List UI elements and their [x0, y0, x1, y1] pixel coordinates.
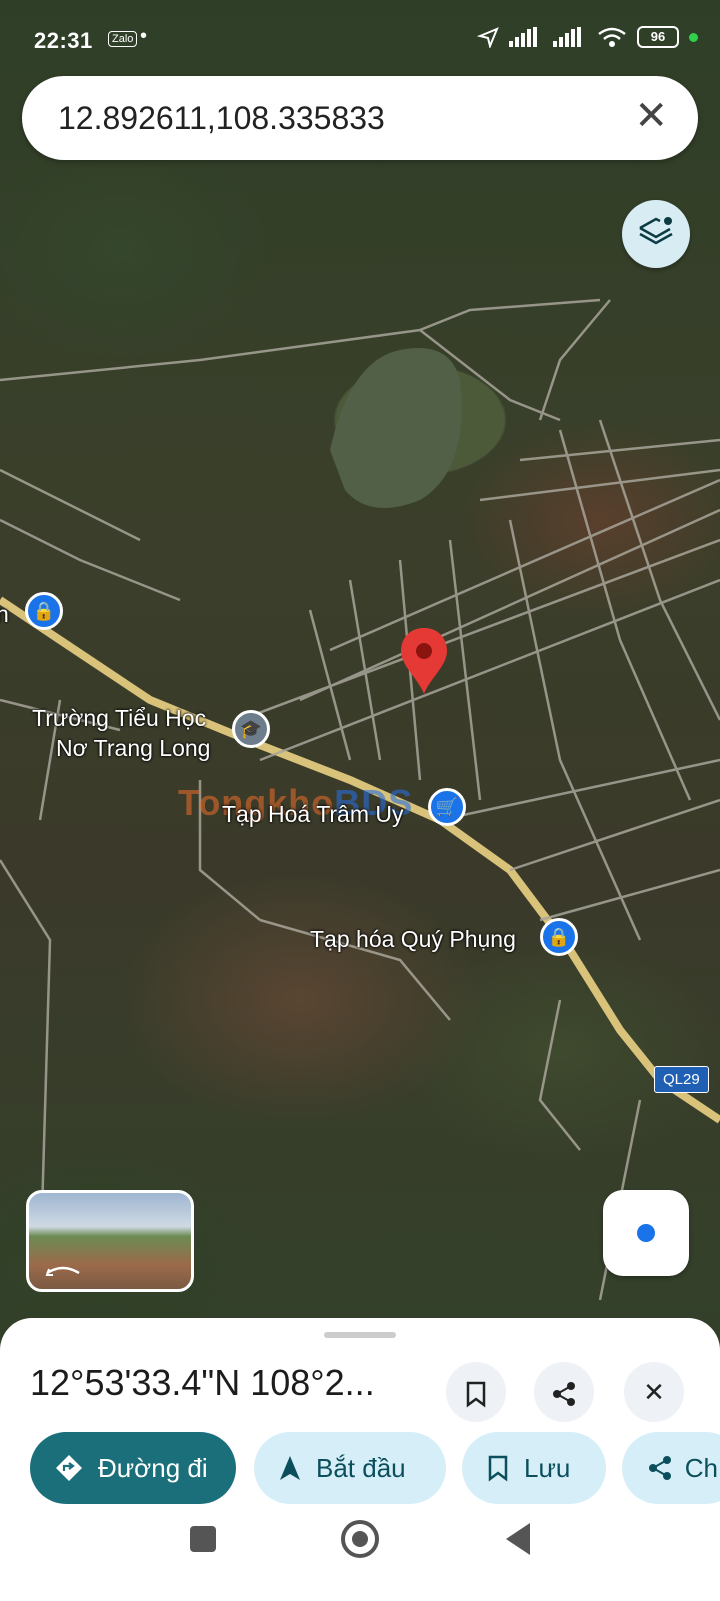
share-icon: [649, 1456, 671, 1480]
map-label-partial: n: [0, 601, 9, 627]
school-poi-icon[interactable]: 🎓: [232, 710, 270, 748]
home-icon[interactable]: [341, 1520, 379, 1558]
drag-handle[interactable]: [324, 1332, 396, 1338]
share-label: Ch: [684, 1452, 718, 1483]
map-label-school-line2[interactable]: Nơ Trang Long: [56, 734, 210, 762]
bookmark-icon: [466, 1381, 486, 1408]
privacy-dot-icon: [689, 32, 698, 42]
signal-icon: [509, 27, 537, 47]
bookmark-button[interactable]: [446, 1362, 506, 1422]
directions-icon: [56, 1455, 82, 1481]
close-sheet-button[interactable]: ✕: [624, 1362, 684, 1422]
back-icon[interactable]: [506, 1523, 530, 1555]
recents-icon[interactable]: [190, 1526, 216, 1552]
my-location-icon: [637, 1224, 655, 1242]
map-label-shop1[interactable]: Tạp Hoá Trâm Uy: [222, 800, 404, 828]
street-view-thumbnail[interactable]: [26, 1190, 194, 1292]
navigation-arrow-icon: [280, 1456, 300, 1480]
map-label-school-line1[interactable]: Trường Tiểu Học: [32, 704, 206, 732]
wifi-icon: [598, 27, 626, 47]
search-input[interactable]: 12.892611,108.335833: [58, 100, 385, 137]
clock: 22:31: [34, 28, 93, 53]
battery-indicator: 96: [637, 26, 679, 48]
location-arrow-icon: [477, 27, 499, 48]
notification-dot: •: [140, 25, 148, 47]
coordinates-title: 12°53'33.4"N 108°2...: [30, 1362, 375, 1403]
bookmark-icon: [488, 1455, 508, 1482]
my-location-button[interactable]: [603, 1190, 689, 1276]
layers-icon: [639, 217, 673, 245]
map-label-shop2[interactable]: Tạp hóa Quý Phụng: [310, 925, 516, 953]
directions-label: Đường đi: [98, 1452, 208, 1483]
system-nav-bar: [0, 1490, 720, 1590]
rotate-360-icon: [45, 1266, 80, 1276]
highway-ql29: [0, 596, 720, 1124]
status-bar: 22:31 Zalo • 96: [0, 0, 720, 80]
layers-button[interactable]: [622, 200, 690, 268]
search-bar[interactable]: 12.892611,108.335833 ✕: [22, 76, 698, 160]
close-icon[interactable]: ✕: [634, 94, 668, 138]
shop1-poi-icon[interactable]: 🛒: [428, 788, 466, 826]
shop2-poi-icon[interactable]: 🔒: [540, 918, 578, 956]
share-button[interactable]: [534, 1362, 594, 1422]
status-icons: 96: [477, 26, 698, 48]
save-label: Lưu: [524, 1452, 571, 1483]
road-shield: QL29: [654, 1066, 709, 1093]
zalo-icon: Zalo: [108, 31, 138, 47]
location-pin-icon[interactable]: [398, 626, 450, 696]
lake: [330, 348, 462, 508]
share-icon: [553, 1382, 575, 1407]
shop-poi-icon[interactable]: 🔒: [25, 592, 63, 630]
signal-icon-2: [553, 27, 581, 47]
start-label: Bắt đầu: [316, 1452, 406, 1483]
close-icon: ✕: [643, 1377, 665, 1407]
